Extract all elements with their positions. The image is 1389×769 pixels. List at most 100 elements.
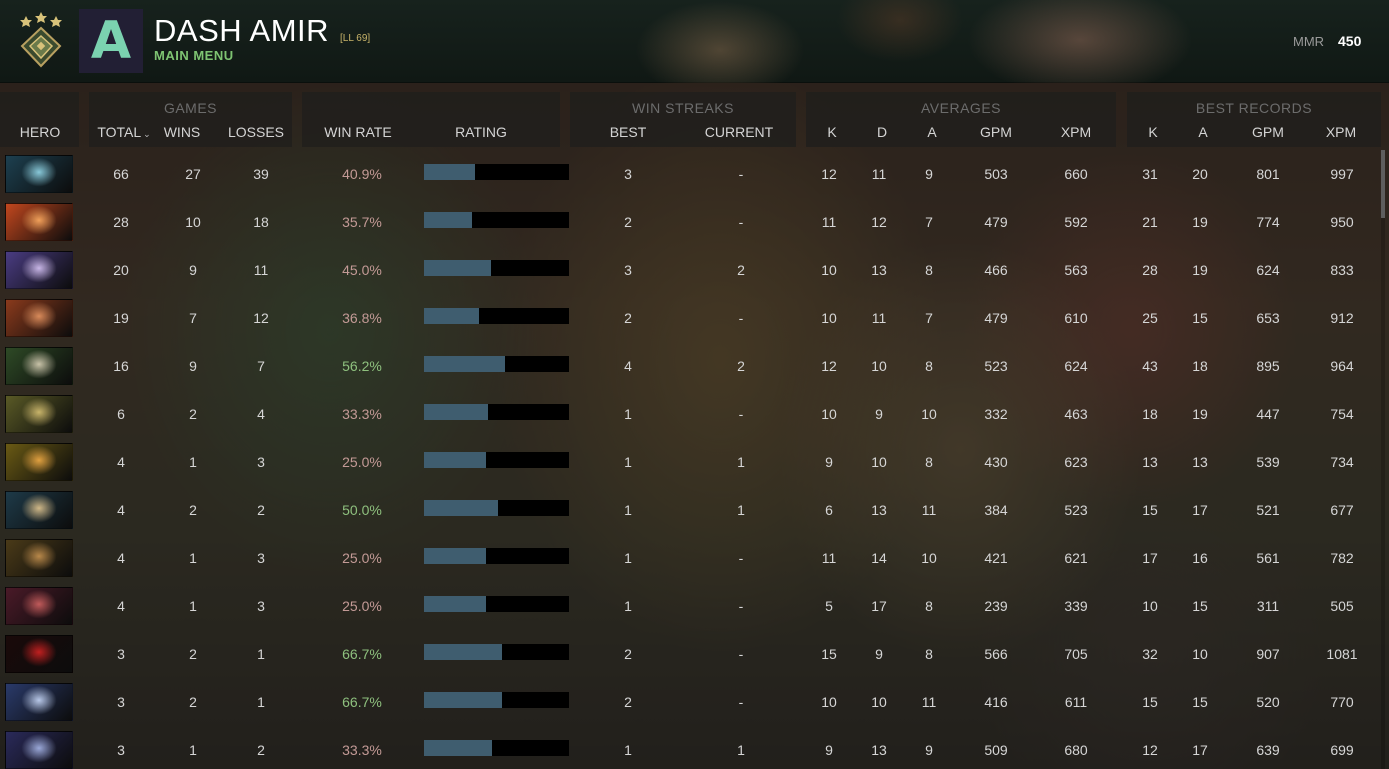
hero-portrait[interactable]	[5, 251, 73, 289]
hero-portrait[interactable]	[5, 683, 73, 721]
table-row[interactable]: 3 1 2 33.3% 1 1 9 13 9 509 680 12 17 639 699	[0, 726, 1380, 769]
main-menu-link[interactable]: MAIN MENU	[154, 48, 234, 63]
cell-wins: 9	[189, 358, 197, 374]
table-row[interactable]: 28 10 18 35.7% 2 - 11 12 7 479 592 21 19 774 950	[0, 198, 1380, 246]
cell-gpm: 479	[984, 310, 1008, 326]
cell-win-rate: 66.7%	[342, 694, 382, 710]
cell-xpm: 660	[1064, 166, 1088, 182]
cell-total: 66	[113, 166, 129, 182]
cell-best: 3	[624, 166, 632, 182]
cell-total: 4	[117, 454, 125, 470]
cell-a: 8	[925, 598, 933, 614]
table-row[interactable]: 20 9 11 45.0% 3 2 10 13 8 466 563 28 19 624 833	[0, 246, 1380, 294]
rank-medal-icon	[20, 12, 62, 68]
mmr-value: 450	[1338, 33, 1362, 49]
table-row[interactable]: 16 9 7 56.2% 4 2 12 10 8 523 624 43 18 895 964	[0, 342, 1380, 390]
table-row[interactable]: 4 1 3 25.0% 1 - 5 17 8 239 339 10 15 311 505	[0, 582, 1380, 630]
cell-xpm: 680	[1064, 742, 1088, 758]
col-losses[interactable]: LOSSES	[222, 124, 290, 140]
hero-portrait[interactable]	[5, 299, 73, 337]
cell-gpm: 430	[984, 454, 1008, 470]
cell-xpm: 621	[1064, 550, 1088, 566]
cell-d: 11	[871, 310, 887, 326]
table-row[interactable]: 4 1 3 25.0% 1 - 11 14 10 421 621 17 16 561 782	[0, 534, 1380, 582]
hero-portrait[interactable]	[5, 203, 73, 241]
cell-bxpm: 699	[1330, 742, 1354, 758]
cell-bgpm: 639	[1256, 742, 1280, 758]
cell-ba: 18	[1192, 358, 1208, 374]
col-best-xpm[interactable]: XPM	[1316, 124, 1366, 140]
cell-a: 11	[921, 694, 937, 710]
cell-bk: 28	[1142, 262, 1158, 278]
col-avg-k[interactable]: K	[817, 124, 847, 140]
col-best-streak[interactable]: BEST	[598, 124, 658, 140]
hero-portrait[interactable]	[5, 155, 73, 193]
header-artwork	[520, 0, 1280, 83]
scrollbar-track[interactable]	[1381, 150, 1385, 769]
hero-portrait[interactable]	[5, 395, 73, 433]
cell-current: -	[738, 598, 744, 614]
cell-current: -	[738, 166, 744, 182]
col-avg-xpm[interactable]: XPM	[1051, 124, 1101, 140]
col-avg-d[interactable]: D	[867, 124, 897, 140]
cell-losses: 2	[257, 502, 265, 518]
cell-bxpm: 505	[1330, 598, 1354, 614]
cell-losses: 4	[257, 406, 265, 422]
hero-portrait[interactable]	[5, 539, 73, 577]
rating-bar-fill	[424, 356, 506, 372]
cell-gpm: 523	[984, 358, 1008, 374]
cell-wins: 2	[189, 694, 197, 710]
hero-portrait[interactable]	[5, 491, 73, 529]
cell-total: 4	[117, 502, 125, 518]
cell-win-rate: 25.0%	[342, 598, 382, 614]
table-row[interactable]: 3 2 1 66.7% 2 - 10 10 11 416 611 15 15 520 770	[0, 678, 1380, 726]
cell-bxpm: 997	[1330, 166, 1354, 182]
hero-portrait[interactable]	[5, 443, 73, 481]
col-best-k[interactable]: K	[1138, 124, 1168, 140]
col-avg-gpm[interactable]: GPM	[971, 124, 1021, 140]
col-hero[interactable]: HERO	[10, 124, 70, 140]
cell-best: 2	[624, 214, 632, 230]
rating-bar	[424, 500, 569, 516]
hero-portrait[interactable]	[5, 635, 73, 673]
cell-k: 10	[821, 310, 837, 326]
hero-portrait[interactable]	[5, 347, 73, 385]
cell-ba: 16	[1192, 550, 1208, 566]
avatar[interactable]: A	[79, 9, 143, 73]
cell-d: 9	[875, 406, 883, 422]
rating-bar-fill	[424, 404, 488, 420]
cell-xpm: 339	[1064, 598, 1088, 614]
cell-k: 12	[821, 358, 837, 374]
rating-bar	[424, 404, 569, 420]
cell-current: -	[738, 550, 744, 566]
hero-portrait[interactable]	[5, 587, 73, 625]
table-row[interactable]: 66 27 39 40.9% 3 - 12 11 9 503 660 31 20 801 997	[0, 150, 1380, 198]
col-avg-a[interactable]: A	[917, 124, 947, 140]
table-row[interactable]: 3 2 1 66.7% 2-15 9 8 566 705 32 10 907 1081	[0, 630, 1380, 678]
col-best-a[interactable]: A	[1188, 124, 1218, 140]
table-row[interactable]: 4 1 3 25.0% 1 1 9 10 8 430 623 13 13 539 734	[0, 438, 1380, 486]
col-best-gpm[interactable]: GPM	[1243, 124, 1293, 140]
cell-current: 1	[737, 742, 745, 758]
cell-bk: 13	[1142, 454, 1158, 470]
cell-losses: 11	[253, 262, 269, 278]
col-current-streak[interactable]: CURRENT	[697, 124, 781, 140]
cell-wins: 1	[189, 454, 197, 470]
col-rating[interactable]: RATING	[440, 124, 522, 140]
cell-wins: 7	[189, 310, 197, 326]
table-row[interactable]: 19 7 12 36.8% 2 - 10 11 7 479 610 25 15 653 912	[0, 294, 1380, 342]
scrollbar-thumb[interactable]	[1381, 150, 1385, 218]
cell-gpm: 421	[984, 550, 1008, 566]
table-row[interactable]: 4 2 2 50.0% 1 1 6 13 11 384 523 15 17 521 677	[0, 486, 1380, 534]
group-best-records: BEST RECORDS	[1195, 100, 1313, 116]
col-wins[interactable]: WINS	[158, 124, 206, 140]
cell-k: 10	[821, 694, 837, 710]
cell-bk: 17	[1142, 550, 1158, 566]
table-row[interactable]: 6 2 4 33.3% 1 - 10 9 10 332 463 18 19 447 754	[0, 390, 1380, 438]
cell-bgpm: 561	[1256, 550, 1280, 566]
col-win-rate[interactable]: WIN RATE	[318, 124, 398, 140]
cell-best: 1	[624, 598, 632, 614]
hero-portrait[interactable]	[5, 731, 73, 769]
col-total[interactable]: TOTAL ⌄	[90, 124, 158, 140]
cell-k: 15	[821, 646, 837, 662]
